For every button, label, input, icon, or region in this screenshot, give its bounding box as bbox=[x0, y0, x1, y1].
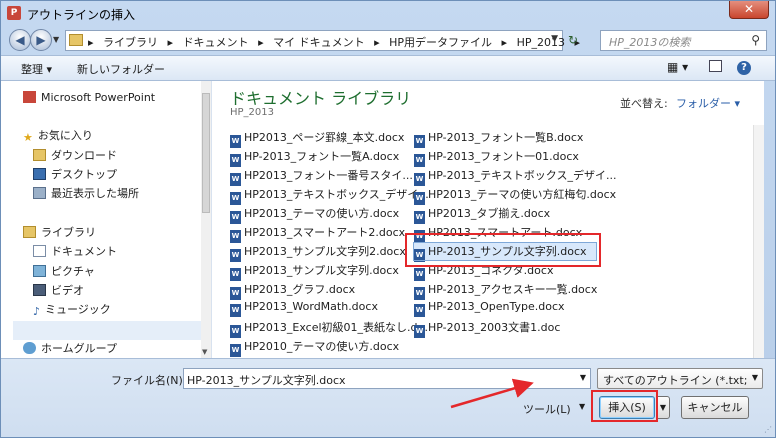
insert-outline-dialog: P アウトラインの挿入 ✕ ◀ ▶ ▼ ▸ ライブラリ ▸ ドキュメント ▸ マ… bbox=[0, 0, 776, 438]
annotation-arrow bbox=[450, 378, 534, 409]
